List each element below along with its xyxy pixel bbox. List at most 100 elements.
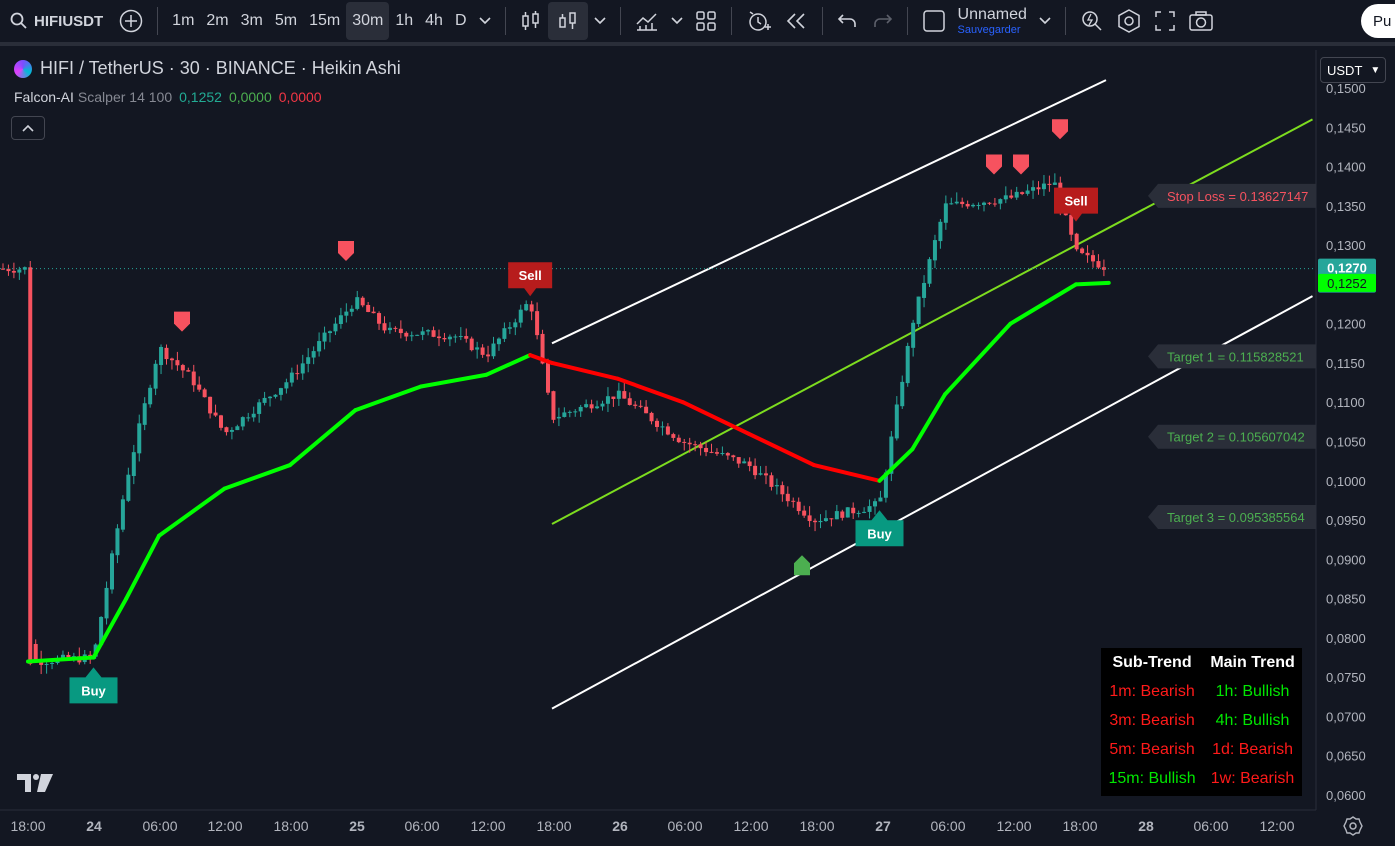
candle-body	[104, 587, 109, 619]
interval-button-D[interactable]: D	[449, 2, 473, 40]
last-price-value: 0,1270	[1327, 261, 1367, 276]
candle-body	[464, 336, 469, 339]
layout-name-button[interactable]: Unnamed Sauvegarder	[952, 2, 1033, 40]
interval-dropdown-button[interactable]	[473, 2, 497, 40]
plus-circle-icon	[119, 9, 143, 33]
interval-button-3m[interactable]: 3m	[235, 2, 269, 40]
candle-body	[1096, 261, 1101, 268]
interval-button-1m[interactable]: 1m	[166, 2, 200, 40]
candle-body	[387, 327, 392, 331]
indicator-legend-row[interactable]: Falcon-AI Scalper 14 100 0,1252 0,0000 0…	[14, 89, 401, 105]
interval-button-5m[interactable]: 5m	[269, 2, 303, 40]
settings-button[interactable]	[1110, 2, 1148, 40]
time-tick-label: 24	[86, 818, 102, 834]
candle-body	[785, 493, 790, 502]
candle-body	[720, 453, 725, 455]
price-tick-label: 0,1300	[1326, 238, 1366, 253]
candle-body	[153, 363, 158, 389]
candle-body	[180, 365, 185, 371]
candle-body	[262, 397, 267, 403]
currency-select[interactable]: USDT ▼	[1320, 57, 1386, 83]
candle-body	[164, 347, 169, 360]
add-symbol-button[interactable]	[113, 2, 149, 40]
candle-body	[693, 444, 698, 446]
trend-row: 15m: Bullish 1w: Bearish	[1101, 764, 1302, 793]
candle-body	[377, 313, 382, 324]
chevron-up-icon	[22, 124, 34, 132]
ema-line-segment	[1008, 282, 1078, 326]
quick-search-button[interactable]	[1074, 2, 1110, 40]
collapse-legend-button[interactable]	[11, 116, 45, 140]
undo-button[interactable]	[831, 2, 865, 40]
alert-button[interactable]	[740, 2, 778, 40]
sub-trend-cell: 1m: Bearish	[1109, 682, 1195, 700]
toolbar-divider	[1064, 7, 1066, 35]
candle-body	[496, 338, 501, 345]
target-2-label: Target 2 = 0.105607042	[1148, 424, 1316, 449]
undo-icon	[837, 14, 856, 27]
replay-button[interactable]	[778, 2, 814, 40]
interval-button-2m[interactable]: 2m	[200, 2, 234, 40]
screenshot-button[interactable]	[1182, 2, 1220, 40]
candle-body	[1036, 187, 1041, 190]
candle-body	[349, 308, 354, 312]
time-tick-label: 28	[1138, 818, 1154, 834]
time-tick-label: 06:00	[142, 818, 177, 834]
candle-body	[1003, 195, 1008, 200]
chevron-down-icon	[1039, 17, 1051, 25]
price-tick-label: 0,1400	[1326, 160, 1366, 175]
candle-body	[960, 201, 965, 205]
legend-title-row[interactable]: HIFI / TetherUS · 30 · BINANCE · Heikin …	[14, 58, 401, 79]
grid-icon	[695, 11, 716, 31]
buy-signal-label: Buy	[81, 683, 106, 698]
heikin-ashi-button[interactable]	[547, 2, 588, 40]
time-tick-label: 06:00	[930, 818, 965, 834]
level-label-text: Target 1 = 0.115828521	[1167, 349, 1304, 364]
candle-body	[229, 429, 234, 432]
candle-body	[393, 327, 398, 329]
candle-body	[818, 520, 823, 523]
templates-button[interactable]	[689, 2, 723, 40]
candle-body	[219, 415, 223, 428]
candle-body	[50, 662, 55, 664]
layout-dropdown-button[interactable]	[1033, 2, 1057, 40]
indicator-price-value: 0,1252	[1327, 276, 1367, 291]
redo-button[interactable]	[865, 2, 899, 40]
gear-icon[interactable]	[1343, 816, 1363, 836]
fullscreen-button[interactable]	[1148, 2, 1182, 40]
indicators-button[interactable]	[629, 2, 665, 40]
indicator-name: Falcon-AI	[14, 89, 74, 105]
layout-icon-button[interactable]	[916, 2, 952, 40]
candle-body	[714, 452, 719, 454]
indicators-dropdown-button[interactable]	[665, 2, 689, 40]
interval-button-1h[interactable]: 1h	[389, 2, 419, 40]
candle-body	[971, 204, 976, 207]
candle-body	[649, 412, 654, 422]
interval-button-15m[interactable]: 15m	[303, 2, 346, 40]
time-tick-label: 18:00	[273, 818, 308, 834]
alarm-clock-icon	[748, 11, 771, 31]
square-icon	[922, 10, 945, 32]
chart-type-dropdown-button[interactable]	[588, 2, 612, 40]
candle-body	[562, 412, 567, 417]
price-tick-label: 0,1100	[1326, 395, 1365, 410]
stop-loss-label: Stop Loss = 0.13627147	[1148, 183, 1316, 208]
candle-body	[589, 404, 594, 409]
interval-button-30m[interactable]: 30m	[346, 2, 390, 40]
candle-body	[186, 370, 191, 372]
down-arrow-marker	[1052, 119, 1068, 140]
candle-body	[404, 332, 409, 337]
candle-body	[175, 360, 180, 366]
candle-body	[382, 323, 387, 331]
candle-body	[987, 202, 992, 204]
symbol-search-button[interactable]: HIFIUSDT	[0, 2, 113, 40]
candle-body	[502, 328, 507, 339]
save-label: Sauvegarder	[957, 23, 1021, 36]
toolbar-divider	[157, 7, 159, 35]
chart-area[interactable]: 0,15000,14500,14000,13500,13000,12500,12…	[0, 50, 1395, 846]
bar-style-button[interactable]	[514, 2, 548, 40]
tradingview-logo[interactable]	[17, 772, 55, 794]
interval-button-4h[interactable]: 4h	[419, 2, 449, 40]
candle-body	[169, 358, 174, 361]
publish-button[interactable]: Pu	[1361, 4, 1395, 38]
